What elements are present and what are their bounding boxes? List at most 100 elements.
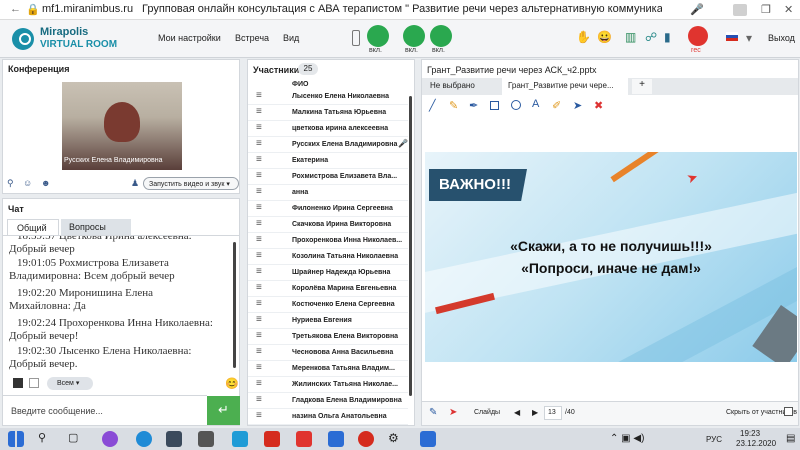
clock-date[interactable]: 23.12.2020 bbox=[736, 439, 776, 448]
stats-icon[interactable]: ▥ bbox=[625, 30, 636, 44]
send-button[interactable]: ↵ bbox=[207, 396, 240, 425]
drag-handle-icon[interactable]: ≡ bbox=[256, 282, 262, 293]
pointer-icon[interactable]: ➤ bbox=[449, 407, 457, 418]
emoji-picker-icon[interactable]: 😊 bbox=[225, 377, 239, 390]
participant-row[interactable]: ≡ Малкина Татьяна Юрьевна bbox=[248, 105, 408, 121]
participant-row[interactable]: ≡ Третьякова Елена Викторовна bbox=[248, 329, 408, 345]
yandex-browser-icon[interactable] bbox=[264, 431, 280, 447]
mail-icon[interactable] bbox=[328, 431, 344, 447]
drag-handle-icon[interactable]: ≡ bbox=[256, 218, 262, 229]
drag-handle-icon[interactable]: ≡ bbox=[256, 330, 262, 341]
tab-not-selected[interactable]: Не выбрано bbox=[430, 81, 475, 90]
drag-handle-icon[interactable]: ≡ bbox=[256, 394, 262, 405]
participant-row[interactable]: ≡ Филоненко Ирина Сергеевна bbox=[248, 201, 408, 217]
slide-view[interactable]: ВАЖНО!!! ➤ «Скажи, а то не получишь!!!» … bbox=[425, 152, 797, 362]
back-arrow-icon[interactable]: ← bbox=[10, 3, 21, 15]
drag-handle-icon[interactable]: ≡ bbox=[256, 90, 262, 101]
drag-handle-icon[interactable]: ≡ bbox=[256, 122, 262, 133]
participant-row[interactable]: ≡ Прохоренкова Инна Николаев... bbox=[248, 233, 408, 249]
participant-row[interactable]: ≡ Жилинских Татьяна Николае... bbox=[248, 377, 408, 393]
recipient-dropdown[interactable]: Всем ▾ bbox=[47, 377, 93, 390]
url-text[interactable]: mf1.miranimbus.ru bbox=[42, 3, 133, 15]
slide-number-input[interactable]: 13 bbox=[544, 406, 562, 420]
participant-row[interactable]: ≡ анна bbox=[248, 185, 408, 201]
pen-tool-icon[interactable]: ╱ bbox=[429, 99, 436, 112]
participant-row[interactable]: ≡ цветкова ирина алексеевна bbox=[248, 121, 408, 137]
system-tray-icons[interactable]: ⌃ ▣ ◀) bbox=[610, 433, 644, 444]
participant-row[interactable]: ≡ Козолина Татьяна Николаевна bbox=[248, 249, 408, 265]
drag-handle-icon[interactable]: ≡ bbox=[256, 298, 262, 309]
annotate-icon[interactable]: ✎ bbox=[429, 407, 437, 418]
edge-icon[interactable] bbox=[136, 431, 152, 447]
menu-my-settings[interactable]: Мои настройки bbox=[158, 33, 221, 43]
exit-button[interactable]: Выход bbox=[768, 33, 795, 43]
drag-handle-icon[interactable]: ≡ bbox=[256, 346, 262, 357]
prev-slide-icon[interactable]: ◀ bbox=[514, 408, 520, 417]
yandex-icon[interactable] bbox=[296, 431, 312, 447]
drag-handle-icon[interactable]: ≡ bbox=[256, 138, 262, 149]
participant-row[interactable]: ≡ Чесновова Анна Васильевна bbox=[248, 345, 408, 361]
participant-row[interactable]: ≡ Нуриева Евгения bbox=[248, 313, 408, 329]
record-button[interactable] bbox=[688, 26, 708, 46]
language-indicator[interactable]: РУС bbox=[706, 435, 722, 444]
drag-handle-icon[interactable]: ≡ bbox=[256, 410, 262, 421]
explorer-icon[interactable] bbox=[166, 431, 182, 447]
participant-row[interactable]: ≡ Королёва Марина Евгеньевна bbox=[248, 281, 408, 297]
maximize-icon[interactable]: ❐ bbox=[761, 3, 771, 16]
zoom-icon[interactable]: ⚲ bbox=[7, 178, 14, 189]
message-input[interactable]: Введите сообщение... bbox=[3, 395, 207, 425]
language-flag-icon[interactable] bbox=[726, 32, 738, 41]
tab-general[interactable]: Общий bbox=[7, 219, 59, 235]
participant-row[interactable]: ≡ Русских Елена Владимировна 🎤 bbox=[248, 137, 408, 153]
drag-handle-icon[interactable]: ≡ bbox=[256, 266, 262, 277]
menu-meeting[interactable]: Встреча bbox=[235, 33, 269, 43]
chat-scrollbar[interactable] bbox=[233, 242, 236, 368]
participants-scrollbar[interactable] bbox=[409, 96, 412, 396]
app-icon[interactable] bbox=[420, 431, 436, 447]
user-camera-icon[interactable]: ☺ bbox=[23, 178, 32, 188]
menu-view[interactable]: Вид bbox=[283, 33, 299, 43]
participant-row[interactable]: ≡ Скачкова Ирина Викторовна bbox=[248, 217, 408, 233]
clock-time[interactable]: 19:23 bbox=[740, 429, 760, 438]
text-color-icon[interactable] bbox=[13, 378, 23, 388]
ellipse-tool-icon[interactable] bbox=[511, 100, 521, 110]
participant-row[interactable]: ≡ Рохмистрова Елизавета Вла... bbox=[248, 169, 408, 185]
tab-presentation-file[interactable]: Грант_Развитие речи чере... bbox=[502, 78, 628, 95]
drag-handle-icon[interactable]: ≡ bbox=[256, 362, 262, 373]
background-color-icon[interactable] bbox=[29, 378, 39, 388]
participant-row[interactable]: ≡ Шрайнер Надежда Юрьевна bbox=[248, 265, 408, 281]
drag-handle-icon[interactable]: ≡ bbox=[256, 186, 262, 197]
pointer-tool-icon[interactable]: ➤ bbox=[573, 99, 582, 112]
microphone-button[interactable] bbox=[367, 25, 389, 47]
drag-handle-icon[interactable]: ≡ bbox=[256, 250, 262, 261]
participant-row[interactable]: ≡ Лысенко Елена Николаевна bbox=[248, 89, 408, 105]
store-icon[interactable] bbox=[198, 431, 214, 447]
video-feed[interactable]: Русских Елена Владимировна bbox=[62, 82, 182, 170]
start-video-dropdown[interactable]: Запустить видео и звук ▾ bbox=[143, 177, 239, 190]
drag-handle-icon[interactable]: ≡ bbox=[256, 170, 262, 181]
network-icon[interactable]: ☍ bbox=[645, 30, 657, 44]
app-l-icon[interactable] bbox=[232, 431, 248, 447]
camera-button[interactable] bbox=[430, 25, 452, 47]
participant-row[interactable]: ≡ Костюченко Елена Сергеевна bbox=[248, 297, 408, 313]
help-icon[interactable]: ▾ bbox=[746, 31, 752, 45]
fill-tool-icon[interactable]: ✐ bbox=[552, 99, 561, 112]
participant-row[interactable]: ≡ Меренкова Татьяна Владим... bbox=[248, 361, 408, 377]
clear-tool-icon[interactable]: ✖ bbox=[594, 99, 603, 112]
drag-handle-icon[interactable]: ≡ bbox=[256, 234, 262, 245]
add-tab-button[interactable]: + bbox=[632, 79, 652, 94]
notifications-icon[interactable]: ▤ bbox=[786, 433, 795, 444]
raise-hand-icon[interactable]: ✋ bbox=[576, 30, 591, 44]
hide-from-participants-checkbox[interactable] bbox=[784, 407, 793, 416]
participant-row[interactable]: ≡ назина Ольга Анатольевна bbox=[248, 409, 408, 425]
volume-slider-icon[interactable] bbox=[352, 30, 360, 46]
tab-questions[interactable]: Вопросы bbox=[61, 219, 131, 235]
windows-start-icon[interactable] bbox=[8, 431, 24, 447]
minimize-button[interactable] bbox=[733, 4, 747, 16]
next-slide-icon[interactable]: ▶ bbox=[532, 408, 538, 417]
users-icon[interactable]: ☻ bbox=[41, 178, 50, 188]
drag-handle-icon[interactable]: ≡ bbox=[256, 202, 262, 213]
emoji-icon[interactable]: 😀 bbox=[597, 30, 612, 44]
close-icon[interactable]: ✕ bbox=[784, 3, 793, 16]
participant-row[interactable]: ≡ Екатерина bbox=[248, 153, 408, 169]
